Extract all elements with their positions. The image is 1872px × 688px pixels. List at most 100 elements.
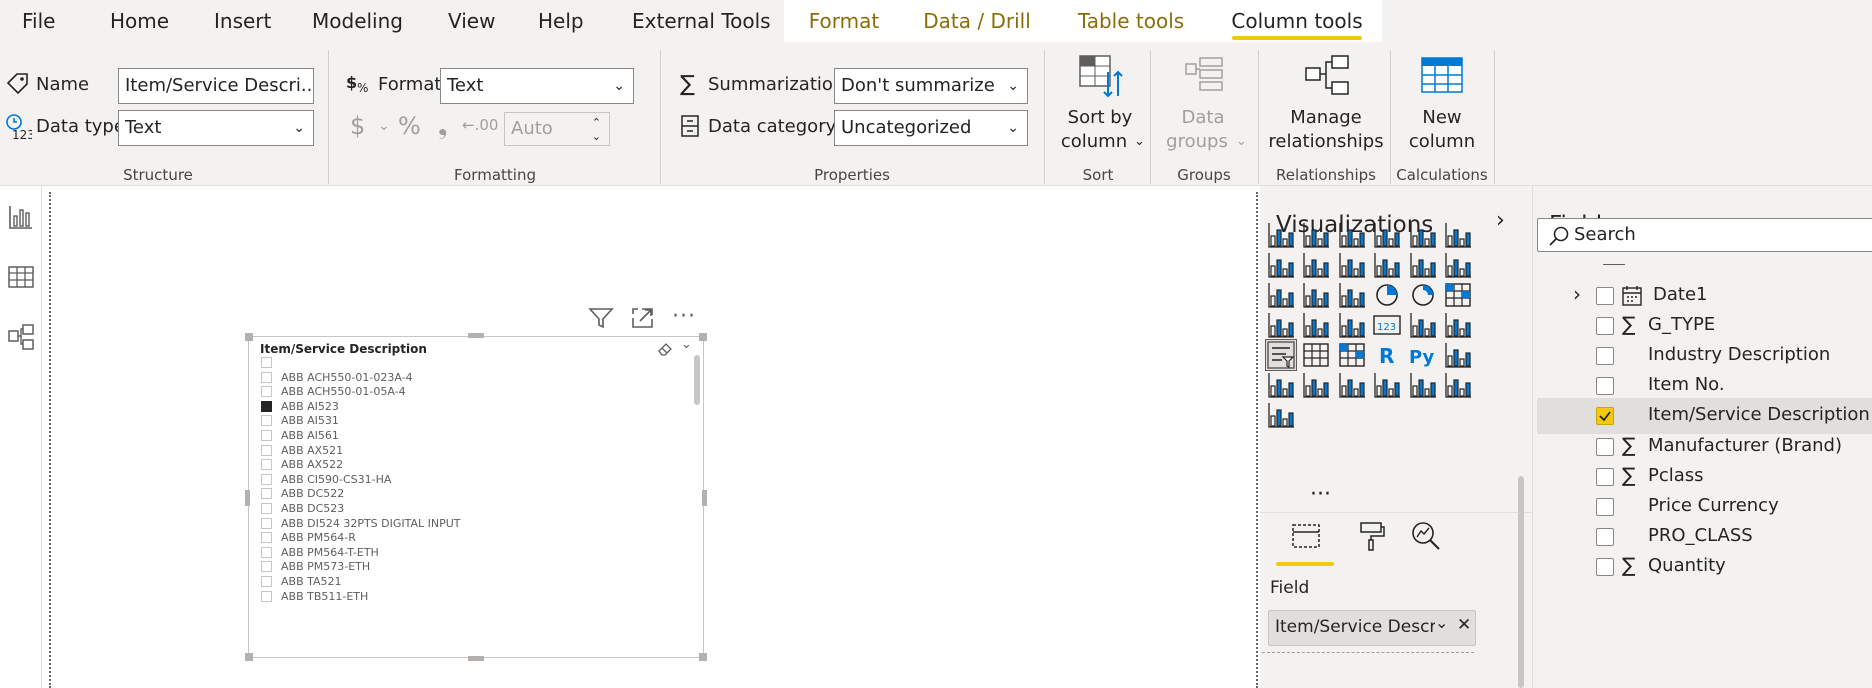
slicer-checkbox[interactable] (261, 561, 272, 573)
slicer-checkbox[interactable] (261, 532, 272, 544)
menu-modeling[interactable]: Modeling (300, 0, 415, 42)
slicer-icon[interactable] (1265, 339, 1297, 371)
comma-icon[interactable]: ❟ (438, 112, 447, 140)
resize-handle[interactable] (468, 656, 484, 661)
donut-chart-icon[interactable] (1408, 280, 1438, 310)
stacked-column-100-icon[interactable] (1443, 220, 1473, 250)
line-chart-icon[interactable] (1266, 250, 1296, 280)
slicer-checkbox[interactable] (261, 590, 272, 602)
field-checkbox[interactable] (1596, 377, 1614, 396)
line-column-chart-icon[interactable] (1372, 250, 1402, 280)
percent-icon[interactable]: % (398, 112, 421, 140)
sort-by-column-button[interactable]: Sort by column ⌄ (1054, 50, 1146, 162)
arcgis-map-icon[interactable] (1408, 370, 1438, 400)
slicer-checkbox[interactable] (261, 503, 272, 514)
paginated-report-icon[interactable] (1372, 370, 1402, 400)
slicer-checkbox[interactable] (261, 371, 272, 383)
map-icon[interactable] (1266, 310, 1296, 340)
key-influencers-icon[interactable] (1443, 340, 1473, 370)
new-column-button[interactable]: New column (1396, 50, 1488, 162)
slicer-checkbox[interactable] (261, 546, 272, 558)
decimal-places-input[interactable]: Auto ⌃ ⌄ (504, 112, 610, 146)
slicer-checkbox[interactable] (261, 517, 272, 529)
field-well-item[interactable]: Item/Service Descriptior ⌄ ✕ (1268, 610, 1476, 646)
line-clustered-column-icon[interactable] (1408, 250, 1438, 280)
resize-handle[interactable] (245, 333, 253, 341)
tab-data-drill[interactable]: Data / Drill (904, 0, 1050, 42)
more-visuals-icon[interactable]: ··· (1310, 482, 1331, 507)
slicer-checkbox[interactable] (261, 430, 272, 441)
matrix-icon[interactable] (1337, 340, 1367, 370)
slicer-checkbox[interactable] (261, 357, 272, 368)
multi-row-card-icon[interactable] (1408, 310, 1438, 340)
stacked-column-chart-icon[interactable] (1301, 220, 1331, 250)
data-view-icon[interactable] (6, 262, 36, 292)
chevron-down-icon[interactable]: ⌄ (592, 121, 601, 145)
field-checkbox[interactable] (1596, 437, 1614, 456)
format-select[interactable]: Text ⌄ (440, 68, 634, 104)
slicer-visual[interactable]: Item/Service Description ⌄ ABB ACH550-01… (248, 336, 704, 658)
chevron-right-icon[interactable]: › (1496, 208, 1505, 233)
qa-visual-icon[interactable] (1301, 370, 1331, 400)
resize-handle[interactable] (699, 333, 707, 341)
field-checkbox[interactable] (1596, 407, 1614, 426)
power-automate-icon[interactable] (1266, 400, 1296, 430)
field-checkbox[interactable] (1596, 317, 1614, 336)
focus-mode-icon[interactable] (630, 306, 656, 330)
filter-icon[interactable] (588, 306, 614, 330)
tab-format[interactable]: Format (784, 0, 904, 42)
fields-tab-icon[interactable] (1290, 522, 1322, 552)
gauge-icon[interactable] (1337, 310, 1367, 340)
chevron-right-icon[interactable]: › (1573, 282, 1581, 306)
r-visual-icon[interactable]: R (1372, 340, 1402, 370)
slicer-checkbox[interactable] (261, 576, 272, 587)
clustered-bar-chart-icon[interactable] (1337, 220, 1367, 250)
menu-view[interactable]: View (436, 0, 507, 42)
waterfall-chart-icon[interactable] (1266, 280, 1296, 310)
area-chart-icon[interactable] (1301, 250, 1331, 280)
funnel-chart-icon[interactable] (1301, 280, 1331, 310)
decomposition-tree-icon[interactable] (1266, 370, 1296, 400)
resize-handle[interactable] (245, 653, 253, 661)
menu-file[interactable]: File (10, 0, 67, 42)
power-apps-icon[interactable] (1443, 370, 1473, 400)
slicer-checkbox[interactable] (261, 400, 272, 412)
field-checkbox[interactable] (1596, 347, 1614, 366)
slicer-scrollbar[interactable] (694, 355, 700, 405)
name-input[interactable]: Item/Service Descri... (118, 68, 314, 104)
model-view-icon[interactable] (6, 322, 36, 352)
field-checkbox[interactable] (1596, 287, 1614, 305)
format-paint-icon[interactable] (1356, 520, 1386, 552)
slicer-checkbox[interactable] (261, 459, 272, 471)
datatype-select[interactable]: Text ⌄ (118, 110, 314, 146)
menu-external-tools[interactable]: External Tools (620, 0, 783, 42)
ribbon-chart-icon[interactable] (1443, 250, 1473, 280)
field-checkbox[interactable] (1596, 467, 1614, 486)
smart-narrative-icon[interactable] (1337, 370, 1367, 400)
summarization-select[interactable]: Don't summarize ⌄ (834, 68, 1028, 104)
card-icon[interactable]: 123 (1372, 310, 1402, 340)
filled-map-icon[interactable] (1301, 310, 1331, 340)
slicer-checkbox[interactable] (261, 473, 272, 485)
data-groups-button[interactable]: Data groups ⌄ (1156, 50, 1250, 162)
slicer-checkbox[interactable] (261, 386, 272, 398)
resize-handle[interactable] (702, 490, 707, 506)
manage-relationships-button[interactable]: Manage relationships (1264, 50, 1388, 162)
kpi-icon[interactable] (1443, 310, 1473, 340)
close-icon[interactable]: ✕ (1457, 615, 1471, 635)
tab-table-tools[interactable]: Table tools (1050, 0, 1212, 42)
menu-help[interactable]: Help (526, 0, 596, 42)
resize-handle[interactable] (245, 490, 250, 506)
clustered-column-chart-icon[interactable] (1372, 220, 1402, 250)
menu-insert[interactable]: Insert (202, 0, 283, 42)
stacked-bar-100-icon[interactable] (1408, 220, 1438, 250)
currency-icon[interactable]: $ (350, 112, 365, 140)
datacategory-select[interactable]: Uncategorized ⌄ (834, 110, 1028, 146)
table-icon[interactable] (1301, 340, 1331, 370)
decimal-icon[interactable]: ←.00 (462, 116, 498, 134)
python-visual-icon[interactable]: Py (1408, 340, 1438, 370)
resize-handle[interactable] (699, 653, 707, 661)
slicer-checkbox[interactable] (261, 415, 272, 427)
stacked-area-chart-icon[interactable] (1337, 250, 1367, 280)
analytics-icon[interactable] (1410, 520, 1442, 552)
